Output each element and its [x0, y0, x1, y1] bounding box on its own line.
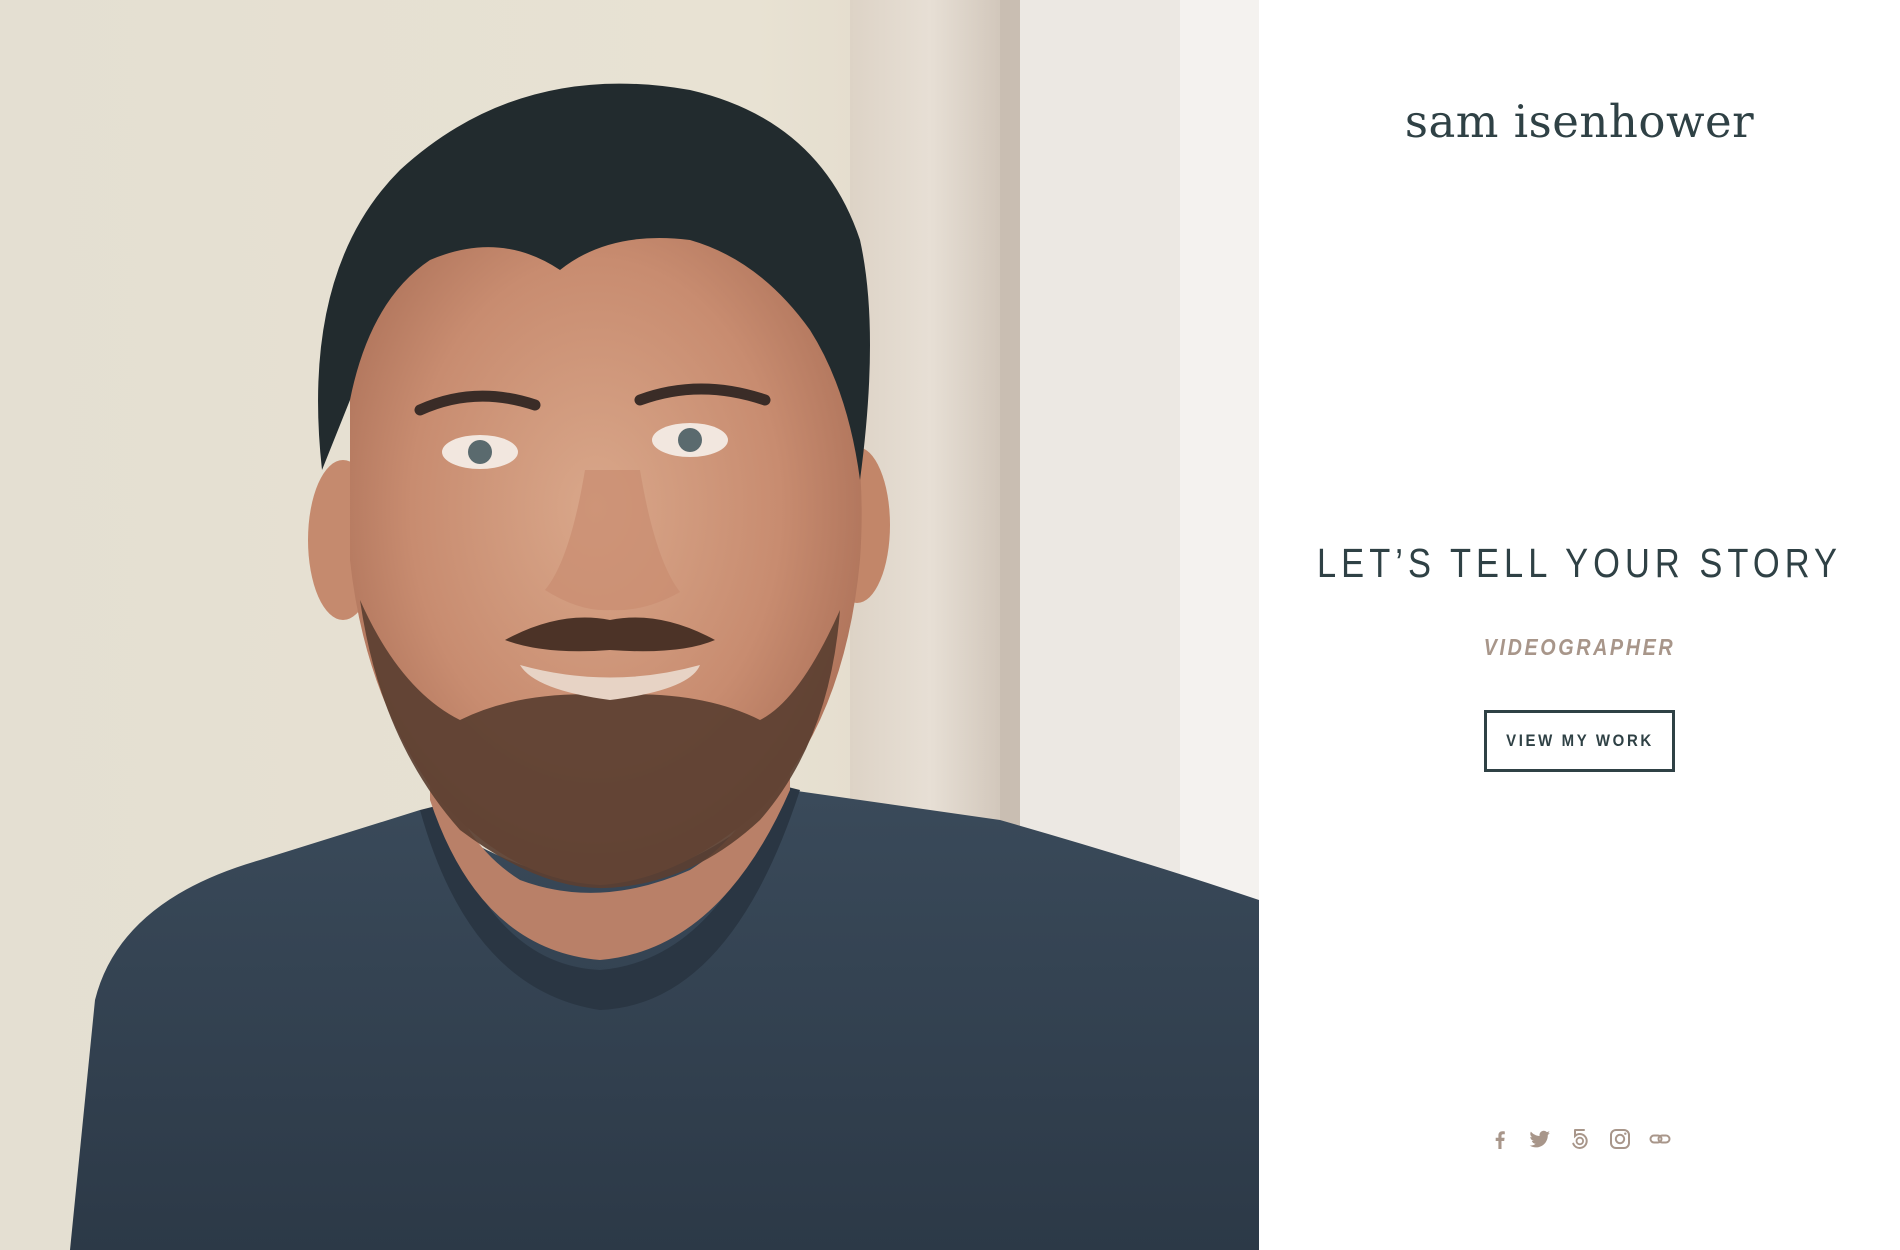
instagram-link[interactable] — [1607, 1126, 1633, 1152]
website-link[interactable] — [1647, 1126, 1673, 1152]
hero-portrait-photo — [0, 0, 1259, 1250]
social-links — [1259, 1126, 1900, 1152]
portrait-illustration — [0, 0, 1259, 1250]
hero-content-panel: sam isenhower LET’S TELL YOUR STORY VIDE… — [1259, 0, 1900, 1250]
twitter-link[interactable] — [1527, 1126, 1553, 1152]
view-my-work-button[interactable]: VIEW MY WORK — [1484, 710, 1675, 772]
hero-subtitle: VIDEOGRAPHER — [1483, 634, 1676, 660]
500px-link[interactable] — [1567, 1126, 1593, 1152]
instagram-icon — [1609, 1129, 1630, 1149]
view-my-work-label: VIEW MY WORK — [1505, 731, 1654, 750]
site-logo[interactable]: sam isenhower — [1259, 95, 1900, 148]
twitter-icon — [1529, 1130, 1550, 1148]
facebook-icon — [1495, 1131, 1505, 1149]
500px-icon — [1571, 1129, 1588, 1150]
hero-heading: LET’S TELL YOUR STORY — [1316, 540, 1843, 586]
facebook-link[interactable] — [1487, 1126, 1513, 1152]
link-icon — [1649, 1134, 1670, 1144]
